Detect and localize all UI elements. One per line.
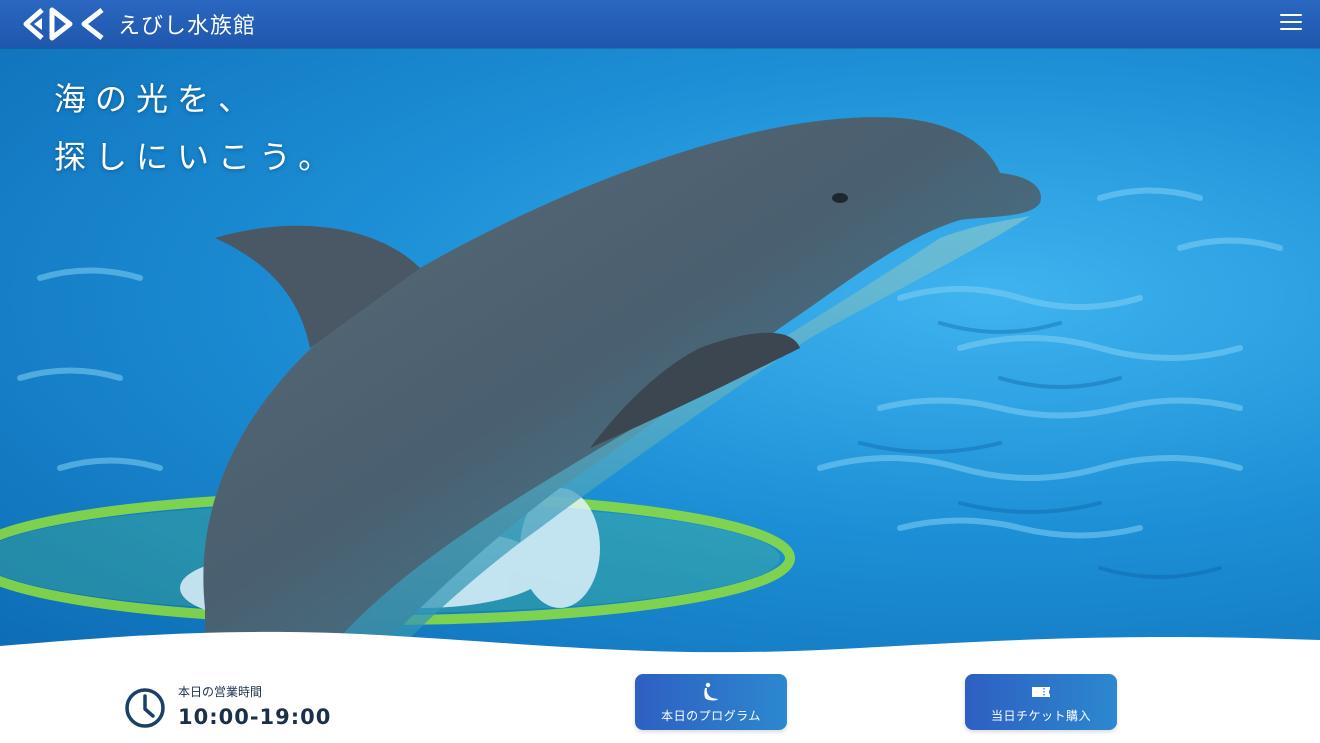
catch-line-2: 探しにいこう。 xyxy=(54,138,340,176)
logo-text: えびし水族館 xyxy=(118,14,257,39)
info-bar: 本日の営業時間 10:00-19:00 本日のプログラム 当日チケット購入 xyxy=(0,668,1320,743)
clock-icon xyxy=(125,687,165,728)
hours-value: 10:00-19:00 xyxy=(178,705,332,729)
ticket-icon xyxy=(1032,686,1050,697)
opening-hours: 本日の営業時間 10:00-19:00 xyxy=(124,684,331,731)
buy-ticket-button[interactable]: 当日チケット購入 xyxy=(965,674,1117,730)
today-program-label: 本日のプログラム xyxy=(661,708,761,723)
buy-ticket-label: 当日チケット購入 xyxy=(990,708,1091,723)
site-header: えびし水族館 xyxy=(0,0,1320,48)
today-program-button[interactable]: 本日のプログラム xyxy=(635,674,787,730)
seal-icon xyxy=(704,682,718,700)
hamburger-menu-icon[interactable] xyxy=(1280,12,1302,32)
wave-divider xyxy=(0,631,1320,668)
aquarium-logo-icon xyxy=(23,7,104,41)
hours-label: 本日の営業時間 xyxy=(178,685,263,699)
hero-catchphrase: 海の光を、 探しにいこう。 xyxy=(54,70,339,186)
catch-line-1: 海の光を、 xyxy=(54,80,260,118)
hero-banner: 海の光を、 探しにいこう。 xyxy=(0,48,1320,668)
logo-link[interactable]: えびし水族館 xyxy=(22,6,256,42)
